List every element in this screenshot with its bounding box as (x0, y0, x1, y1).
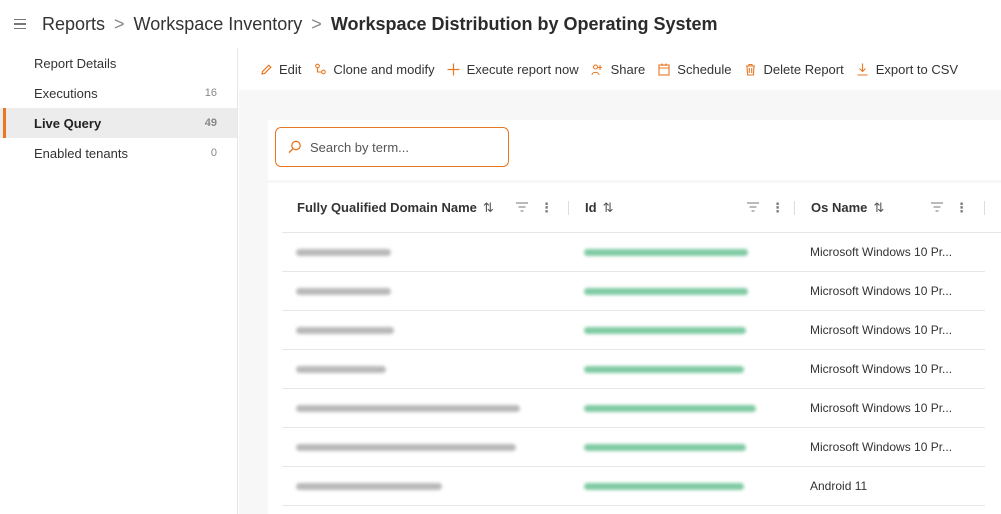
sort-icon[interactable]: ⇅ (483, 200, 494, 216)
filter-icon[interactable] (516, 200, 528, 215)
id-cell-redacted (584, 365, 744, 373)
clone-label: Clone and modify (333, 61, 435, 77)
table-row[interactable]: Android 11 (282, 467, 985, 506)
fqdn-cell-redacted (296, 443, 516, 451)
fqdn-cell-redacted (296, 365, 386, 373)
toolbar: Edit Clone and modify Execute report now… (239, 48, 1001, 90)
sidebar-item-label: Executions (34, 85, 98, 101)
fqdn-cell-redacted (296, 287, 391, 295)
results-table: Fully Qualified Domain Name ⇅ ⋮ Id ⇅ ⋮ O… (268, 183, 1001, 514)
header-bar: Reports > Workspace Inventory > Workspac… (0, 0, 1001, 48)
search-box[interactable] (275, 127, 509, 167)
column-menu-icon[interactable]: ⋮ (771, 200, 784, 216)
execute-report-button[interactable]: Execute report now (447, 62, 579, 77)
column-header-id[interactable]: Id ⇅ ⋮ (569, 183, 795, 233)
id-cell-redacted (584, 248, 748, 256)
delete-label: Delete Report (763, 61, 844, 77)
download-icon (856, 63, 870, 76)
column-label: Os Name (811, 200, 868, 215)
search-icon (288, 140, 301, 154)
table-row[interactable]: Microsoft Windows 10 Pr... (282, 428, 985, 467)
filter-icon[interactable] (931, 200, 943, 215)
os-cell: Microsoft Windows 10 Pr... (810, 323, 953, 337)
execute-label: Execute report now (466, 61, 579, 77)
fqdn-cell-redacted (296, 248, 391, 256)
column-label: Id (585, 200, 597, 215)
chevron-right-icon: > (114, 13, 125, 34)
id-cell-redacted (584, 287, 748, 295)
chevron-right-icon: > (311, 13, 322, 34)
table-row[interactable]: Microsoft Windows 10 Pr... (282, 311, 985, 350)
column-menu-icon[interactable]: ⋮ (540, 200, 553, 216)
schedule-button[interactable]: Schedule (657, 61, 732, 77)
column-divider (984, 200, 985, 215)
sidebar-item-count: 0 (210, 147, 217, 159)
table-row[interactable]: Microsoft Windows 10 Pr... (282, 233, 985, 272)
id-cell-redacted (584, 482, 744, 490)
export-label: Export to CSV (875, 61, 959, 77)
sidebar-item-count: 49 (204, 117, 217, 129)
clone-icon (313, 63, 327, 76)
id-cell-redacted (584, 326, 746, 334)
share-users-icon (591, 63, 605, 76)
clone-and-modify-button[interactable]: Clone and modify (313, 61, 435, 77)
edit-label: Edit (279, 61, 302, 77)
sort-icon[interactable]: ⇅ (873, 200, 884, 216)
os-cell: Microsoft Windows 10 Pr... (810, 401, 953, 415)
table-row[interactable]: Microsoft Windows 10 Pr... (282, 389, 985, 428)
breadcrumb-reports[interactable]: Reports (42, 14, 105, 35)
delete-report-button[interactable]: Delete Report (744, 62, 844, 77)
share-label: Share (610, 61, 646, 77)
sidebar-item-live-query[interactable]: Live Query 49 (0, 108, 237, 138)
search-input[interactable] (310, 139, 500, 155)
plus-icon (447, 63, 461, 76)
share-button[interactable]: Share (591, 61, 646, 77)
edit-button[interactable]: Edit (259, 62, 301, 77)
os-cell: Microsoft Windows 10 Pr... (810, 284, 953, 298)
page-title: Workspace Distribution by Operating Syst… (330, 13, 718, 34)
sidebar-item-label: Enabled tenants (34, 145, 128, 161)
table-row[interactable]: Microsoft Windows 10 Pr... (282, 350, 985, 389)
sidebar-item-label: Report Details (34, 55, 117, 71)
trash-icon (744, 63, 758, 76)
sidebar-item-executions[interactable]: Executions 16 (0, 78, 237, 108)
column-header-fqdn[interactable]: Fully Qualified Domain Name ⇅ ⋮ (282, 183, 569, 233)
id-cell-redacted (584, 443, 746, 451)
fqdn-cell-redacted (296, 482, 442, 490)
os-cell: Microsoft Windows 10 Pr... (810, 440, 953, 454)
os-cell: Microsoft Windows 10 Pr... (810, 362, 953, 376)
table-header: Fully Qualified Domain Name ⇅ ⋮ Id ⇅ ⋮ O… (282, 183, 1001, 233)
pencil-icon (259, 63, 273, 76)
breadcrumb-workspace-inventory[interactable]: Workspace Inventory (134, 14, 303, 35)
main-content: Edit Clone and modify Execute report now… (239, 48, 1001, 514)
sidebar-item-enabled-tenants[interactable]: Enabled tenants 0 (0, 138, 237, 168)
column-label: Fully Qualified Domain Name (297, 200, 477, 215)
calendar-edit-icon (657, 63, 671, 76)
filter-icon[interactable] (747, 200, 759, 215)
hamburger-menu-icon[interactable] (14, 19, 26, 29)
id-cell-redacted (584, 404, 756, 412)
sidebar: Report Details Executions 16 Live Query … (0, 48, 238, 514)
os-cell: Microsoft Windows 10 Pr... (810, 245, 953, 259)
search-card (268, 120, 1001, 180)
export-csv-button[interactable]: Export to CSV (856, 62, 958, 77)
sidebar-item-report-details[interactable]: Report Details (0, 48, 237, 78)
schedule-label: Schedule (677, 61, 732, 77)
column-menu-icon[interactable]: ⋮ (955, 200, 968, 216)
sort-icon[interactable]: ⇅ (603, 200, 614, 216)
table-row[interactable]: Microsoft Windows 10 Pr... (282, 272, 985, 311)
sidebar-item-label: Live Query (34, 115, 102, 131)
column-header-os-name[interactable]: Os Name ⇅ ⋮ (795, 183, 985, 233)
sidebar-item-count: 16 (204, 87, 217, 99)
fqdn-cell-redacted (296, 404, 520, 412)
fqdn-cell-redacted (296, 326, 394, 334)
os-cell: Android 11 (810, 479, 868, 493)
